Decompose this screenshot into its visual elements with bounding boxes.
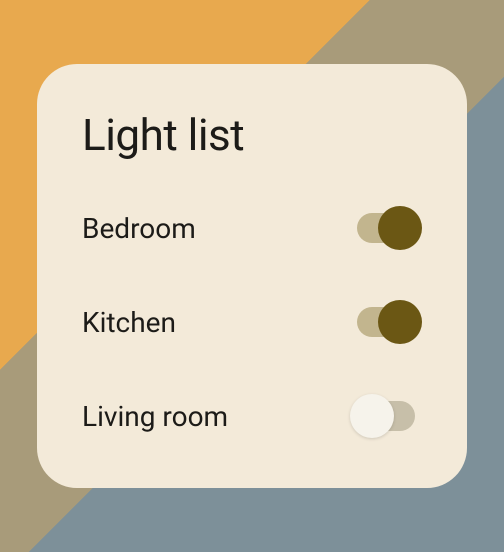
list-item: Bedroom — [82, 206, 422, 250]
list-item: Kitchen — [82, 300, 422, 344]
toggle-thumb — [350, 394, 394, 438]
toggle-thumb — [378, 206, 422, 250]
light-label-bedroom: Bedroom — [82, 212, 196, 245]
light-label-living-room: Living room — [82, 400, 228, 433]
list-item: Living room — [82, 394, 422, 438]
toggle-living-room[interactable] — [350, 394, 422, 438]
light-list-card: Light list Bedroom Kitchen Living room — [37, 64, 467, 488]
toggle-bedroom[interactable] — [350, 206, 422, 250]
toggle-thumb — [378, 300, 422, 344]
toggle-kitchen[interactable] — [350, 300, 422, 344]
light-label-kitchen: Kitchen — [82, 306, 176, 339]
page-title: Light list — [82, 109, 422, 161]
